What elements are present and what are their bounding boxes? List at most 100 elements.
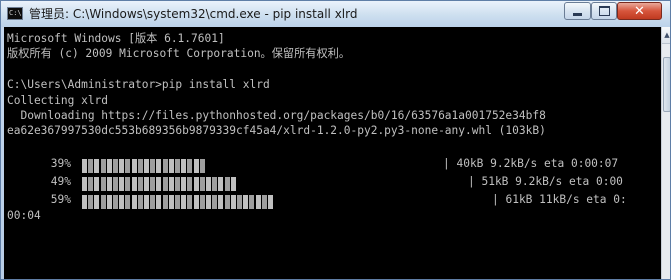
console-line: Microsoft Windows [版本 6.1.7601] xyxy=(7,32,225,45)
progress-segment xyxy=(137,177,143,191)
progress-segment xyxy=(131,177,137,191)
progress-segment xyxy=(199,195,205,209)
progress-segment xyxy=(199,177,205,191)
progress-segment xyxy=(88,195,94,209)
console-line: Collecting xlrd xyxy=(7,94,109,107)
progress-segment xyxy=(94,177,100,191)
progress-segment xyxy=(82,195,87,209)
close-button[interactable]: ✕ xyxy=(617,2,662,20)
progress-segment xyxy=(125,177,131,191)
progress-segment xyxy=(193,177,199,191)
progress-segment xyxy=(125,195,131,209)
progress-segment xyxy=(94,195,100,209)
progress-segment xyxy=(137,195,143,209)
progress-segment xyxy=(131,159,137,173)
maximize-button[interactable] xyxy=(591,2,617,20)
progress-segment xyxy=(94,159,100,173)
cmd-window: C:\ 管理员: C:\Windows\system32\cmd.exe - p… xyxy=(0,0,671,280)
progress-segment xyxy=(88,177,94,191)
progress-segment xyxy=(268,195,273,209)
console-icon[interactable]: C:\ xyxy=(7,7,23,20)
progress-segment xyxy=(162,159,168,173)
progress-segment xyxy=(106,177,112,191)
progress-segment xyxy=(187,195,193,209)
progress-segment xyxy=(212,195,218,209)
title-bar[interactable]: C:\ 管理员: C:\Windows\system32\cmd.exe - p… xyxy=(1,1,670,27)
progress-segment xyxy=(168,177,174,191)
progress-row: 39% | 40kB 9.2kB/s eta 0:00:07 xyxy=(7,155,657,173)
progress-segment xyxy=(150,159,156,173)
progress-segment xyxy=(212,177,218,191)
progress-segment xyxy=(144,177,149,191)
progress-segment xyxy=(175,177,180,191)
progress-segment xyxy=(230,177,236,191)
progress-segment xyxy=(100,177,106,191)
progress-segment xyxy=(113,159,118,173)
progress-segment xyxy=(224,195,230,209)
progress-info: | 51kB 9.2kB/s eta 0:00 xyxy=(468,175,623,188)
console-line: Downloading https://files.pythonhosted.o… xyxy=(7,109,546,122)
console-line: 00:04 xyxy=(7,209,41,222)
console-output[interactable]: Microsoft Windows [版本 6.1.7601] 版权所有 (c)… xyxy=(4,27,661,279)
window-title: 管理员: C:\Windows\system32\cmd.exe - pip i… xyxy=(29,7,358,21)
progress-segment xyxy=(156,195,162,209)
progress-segment xyxy=(88,159,94,173)
progress-segment xyxy=(156,159,162,173)
progress-segment xyxy=(100,195,106,209)
progress-segment xyxy=(113,177,118,191)
progress-segment xyxy=(113,195,118,209)
progress-segment xyxy=(206,177,211,191)
progress-segment xyxy=(175,195,180,209)
progress-segment xyxy=(137,159,143,173)
progress-segment xyxy=(106,159,112,173)
progress-segment xyxy=(181,159,187,173)
progress-info: | 61kB 11kB/s eta 0: xyxy=(492,193,627,206)
progress-segment xyxy=(125,159,131,173)
progress-segment xyxy=(119,159,125,173)
vertical-scrollbar[interactable]: ▲ xyxy=(661,27,670,279)
progress-segment xyxy=(230,195,236,209)
progress-segment xyxy=(243,195,249,209)
minimize-button[interactable] xyxy=(564,2,591,20)
minimize-icon xyxy=(573,12,582,16)
close-icon: ✕ xyxy=(634,3,645,19)
progress-segment xyxy=(187,159,193,173)
progress-segment xyxy=(156,177,162,191)
progress-segment xyxy=(181,195,187,209)
progress-segment xyxy=(218,177,224,191)
progress-segment xyxy=(181,177,187,191)
progress-segment xyxy=(224,177,230,191)
scroll-up-arrow-icon[interactable]: ▲ xyxy=(662,27,670,44)
scrollbar-thumb[interactable] xyxy=(663,57,670,112)
progress-segment xyxy=(144,195,149,209)
progress-segment xyxy=(131,195,137,209)
progress-segment xyxy=(106,195,112,209)
progress-segment xyxy=(218,195,224,209)
console-line: 版权所有 (c) 2009 Microsoft Corporation。保留所有… xyxy=(7,47,351,60)
progress-segment xyxy=(119,195,125,209)
maximize-icon xyxy=(598,6,610,16)
console-line: C:\Users\Administrator>pip install xlrd xyxy=(7,78,270,91)
progress-segment xyxy=(237,195,242,209)
progress-row: 59% | 61kB 11kB/s eta 0: xyxy=(7,191,657,209)
progress-segment xyxy=(168,159,174,173)
progress-segment xyxy=(193,195,199,209)
progress-segment xyxy=(249,195,255,209)
progress-segment xyxy=(119,177,125,191)
progress-segment xyxy=(199,159,205,173)
progress-segment xyxy=(144,159,149,173)
progress-segment xyxy=(206,195,211,209)
progress-segment xyxy=(193,159,199,173)
progress-segment xyxy=(187,177,193,191)
progress-segment xyxy=(261,195,267,209)
progress-percent: 59% xyxy=(50,193,71,206)
progress-segment xyxy=(168,195,174,209)
progress-segment xyxy=(150,177,156,191)
progress-segment xyxy=(162,195,168,209)
progress-info: | 40kB 9.2kB/s eta 0:00:07 xyxy=(443,157,619,170)
progress-segment xyxy=(255,195,261,209)
progress-segment xyxy=(82,177,87,191)
console-line: ea62e367997530dc553b689356b9879339cf45a4… xyxy=(7,124,546,137)
progress-segment xyxy=(100,159,106,173)
progress-segment xyxy=(82,159,87,173)
